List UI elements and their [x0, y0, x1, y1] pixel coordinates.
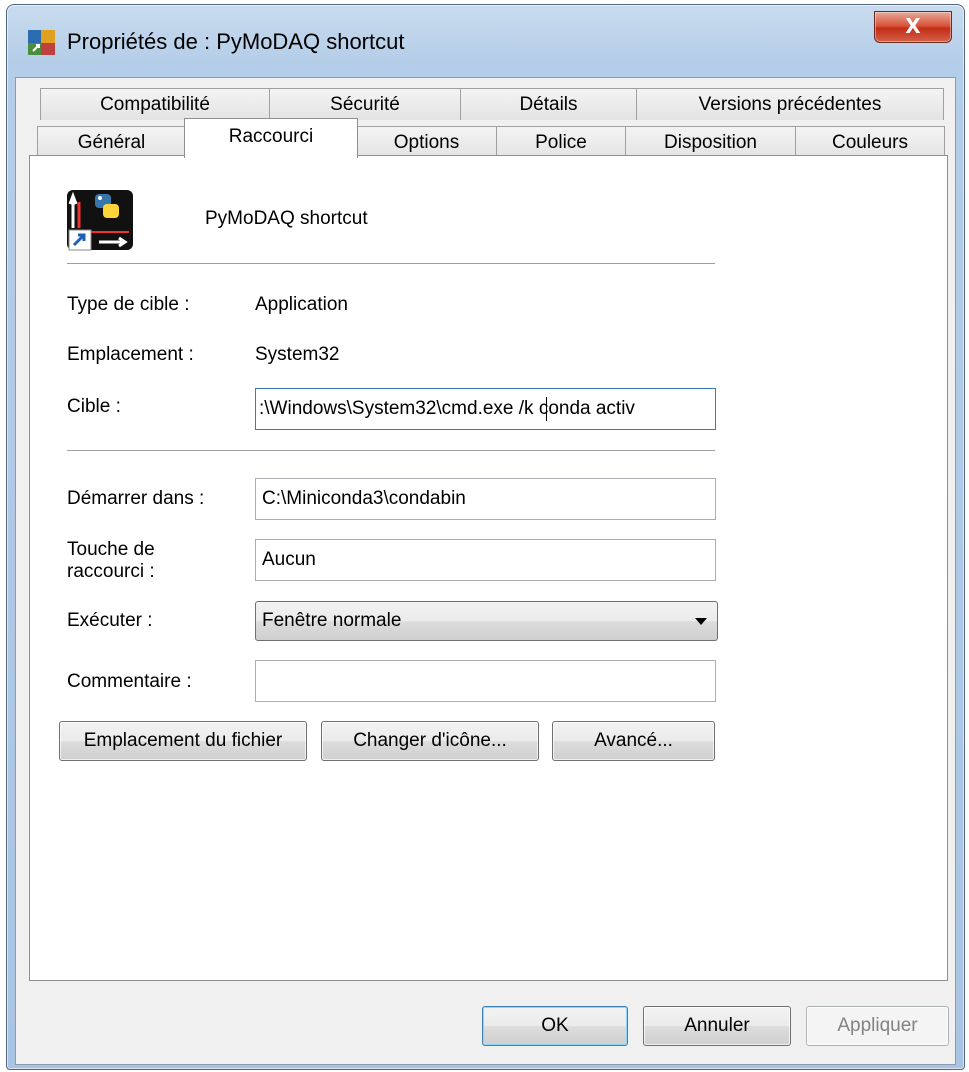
location-label: Emplacement : [67, 344, 194, 365]
tab-general[interactable]: Général [37, 126, 186, 158]
tab-raccourci[interactable]: Raccourci [184, 118, 358, 158]
target-label: Cible : [67, 396, 121, 417]
ok-button[interactable]: OK [482, 1006, 628, 1046]
chevron-down-icon[interactable] [695, 618, 707, 625]
run-label: Exécuter : [67, 610, 153, 631]
cancel-button[interactable]: Annuler [643, 1006, 791, 1046]
tab-disposition[interactable]: Disposition [625, 126, 796, 158]
tab-options[interactable]: Options [356, 126, 497, 158]
separator [67, 450, 715, 452]
shortcut-properties-icon [28, 30, 55, 55]
title-bar[interactable]: Propriétés de : PyMoDAQ shortcut X [7, 5, 964, 79]
hotkey-input[interactable]: Aucun [255, 539, 716, 581]
comment-input[interactable] [255, 660, 716, 702]
open-file-location-button[interactable]: Emplacement du fichier [59, 721, 307, 761]
tab-compatibilite[interactable]: Compatibilité [40, 88, 270, 120]
tab-details[interactable]: Détails [460, 88, 637, 120]
advanced-button[interactable]: Avancé... [552, 721, 715, 761]
start-in-input[interactable]: C:\Miniconda3\condabin [255, 478, 716, 520]
close-button[interactable]: X [874, 11, 952, 43]
text-caret [546, 397, 547, 421]
window-title: Propriétés de : PyMoDAQ shortcut [67, 29, 405, 54]
start-in-label: Démarrer dans : [67, 488, 205, 509]
run-select-value: Fenêtre normale [262, 610, 402, 631]
target-input[interactable]: :\Windows\System32\cmd.exe /k conda acti… [255, 388, 716, 430]
location-value: System32 [255, 344, 340, 365]
tab-securite[interactable]: Sécurité [269, 88, 461, 120]
run-select[interactable]: Fenêtre normale [255, 601, 718, 641]
hotkey-label-line2: raccourci : [67, 561, 155, 582]
separator [67, 263, 715, 265]
target-type-label: Type de cible : [67, 294, 190, 315]
shortcut-name: PyMoDAQ shortcut [205, 208, 368, 229]
tab-versions-precedentes[interactable]: Versions précédentes [636, 88, 944, 120]
target-type-value: Application [255, 294, 348, 315]
hotkey-label: Touche de raccourci : [67, 539, 155, 583]
comment-label: Commentaire : [67, 671, 192, 692]
apply-button[interactable]: Appliquer [806, 1006, 949, 1046]
change-icon-button[interactable]: Changer d'icône... [321, 721, 539, 761]
hotkey-label-line1: Touche de [67, 539, 155, 560]
tab-police[interactable]: Police [496, 126, 626, 158]
tab-couleurs[interactable]: Couleurs [795, 126, 945, 158]
pymodaq-shortcut-icon [67, 190, 133, 251]
